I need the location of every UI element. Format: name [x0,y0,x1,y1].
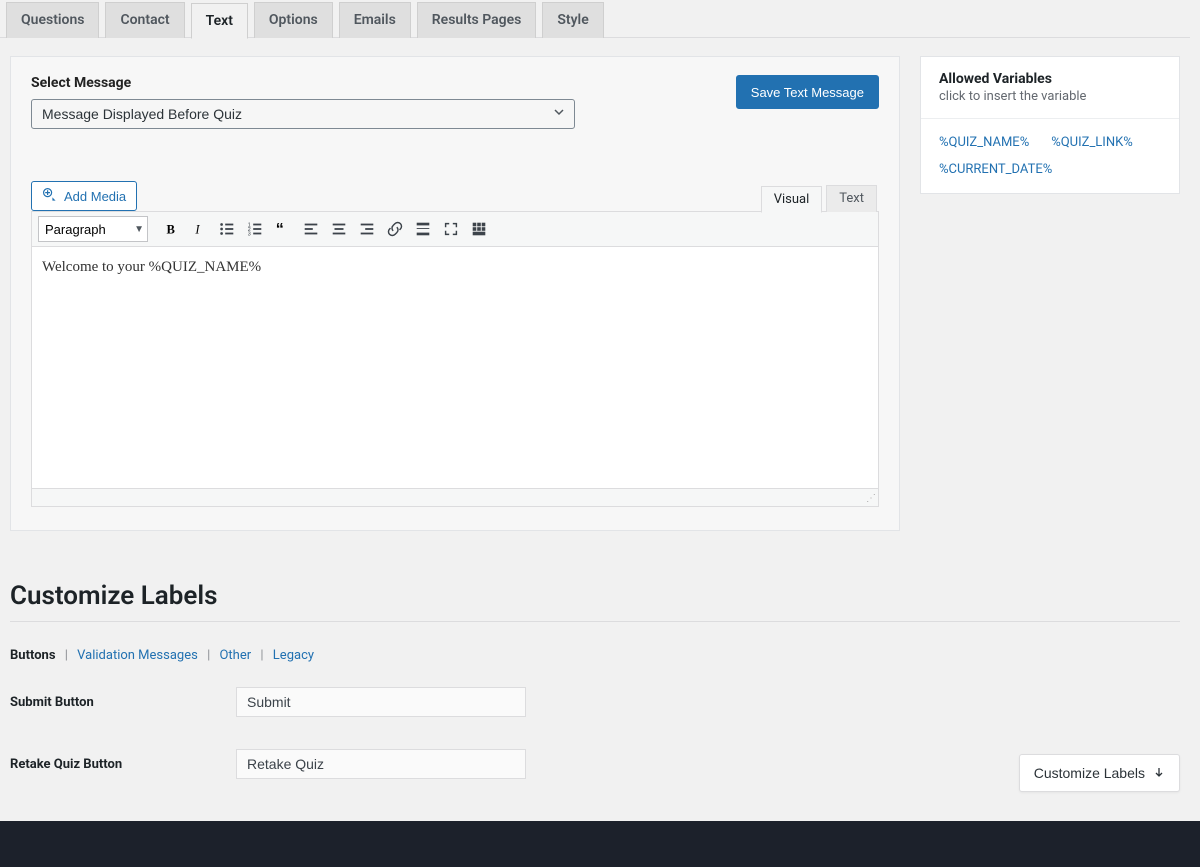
customize-labels-heading: Customize Labels [10,581,1180,611]
editor-statusbar: ⋰ [32,488,878,506]
divider [10,621,1180,622]
retake-button-input[interactable] [236,749,526,779]
subnav-buttons[interactable]: Buttons [10,648,56,663]
variable-quiz-link[interactable]: %QUIZ_LINK% [1051,135,1133,150]
add-media-label: Add Media [64,189,126,204]
tab-questions[interactable]: Questions [6,2,99,38]
variable-current-date[interactable]: %CURRENT_DATE% [939,162,1052,177]
customize-labels-fab[interactable]: Customize Labels [1019,754,1180,792]
align-right-icon[interactable] [354,216,380,242]
bold-icon[interactable]: B [158,216,184,242]
read-more-icon[interactable] [410,216,436,242]
tab-contact[interactable]: Contact [105,2,184,38]
footer-bar [0,821,1200,867]
editor-tab-text[interactable]: Text [826,185,877,212]
allowed-variables-card: Allowed Variables click to insert the va… [920,56,1180,194]
subnav-other[interactable]: Other [219,648,251,663]
select-message-label: Select Message [31,75,575,91]
labels-subnav: Buttons | Validation Messages | Other | … [10,648,1180,663]
tab-style[interactable]: Style [542,2,603,38]
retake-button-label: Retake Quiz Button [10,757,236,772]
italic-icon[interactable]: I [186,216,212,242]
subnav-validation-messages[interactable]: Validation Messages [77,648,198,663]
allowed-variables-title: Allowed Variables [939,71,1161,87]
variable-quiz-name[interactable]: %QUIZ_NAME% [939,135,1029,150]
editor-content[interactable]: Welcome to your %QUIZ_NAME% [32,247,878,488]
tab-results-pages[interactable]: Results Pages [417,2,537,38]
submit-button-input[interactable] [236,687,526,717]
blockquote-icon[interactable]: “ [270,216,296,242]
link-icon[interactable] [382,216,408,242]
tab-text[interactable]: Text [191,3,248,39]
allowed-variables-subtitle: click to insert the variable [939,89,1161,104]
svg-text:3: 3 [248,231,251,237]
bullet-list-icon[interactable] [214,216,240,242]
fab-label: Customize Labels [1034,765,1145,781]
numbered-list-icon[interactable]: 123 [242,216,268,242]
text-message-card: Select Message Message Displayed Before … [10,56,900,531]
editor-toolbar: Paragraph ▼ B I 123 “ [32,212,878,247]
svg-text:I: I [194,223,200,237]
subnav-legacy[interactable]: Legacy [273,648,314,663]
tab-options[interactable]: Options [254,2,333,38]
select-message-dropdown[interactable]: Message Displayed Before Quiz [31,99,575,129]
submit-button-label: Submit Button [10,695,236,710]
svg-text:“: “ [276,220,284,238]
format-select[interactable]: Paragraph [38,216,148,242]
fullscreen-icon[interactable] [438,216,464,242]
toolbar-toggle-icon[interactable] [466,216,492,242]
main-tabstrip: Questions Contact Text Options Emails Re… [0,0,1190,38]
svg-text:B: B [167,223,176,237]
align-center-icon[interactable] [326,216,352,242]
save-text-message-button[interactable]: Save Text Message [736,75,879,109]
resize-grip-icon[interactable]: ⋰ [866,494,876,504]
add-media-button[interactable]: Add Media [31,181,137,211]
media-icon [42,187,58,206]
editor-tab-visual[interactable]: Visual [761,186,823,213]
arrow-down-icon [1153,765,1165,781]
tab-emails[interactable]: Emails [339,2,411,38]
align-left-icon[interactable] [298,216,324,242]
